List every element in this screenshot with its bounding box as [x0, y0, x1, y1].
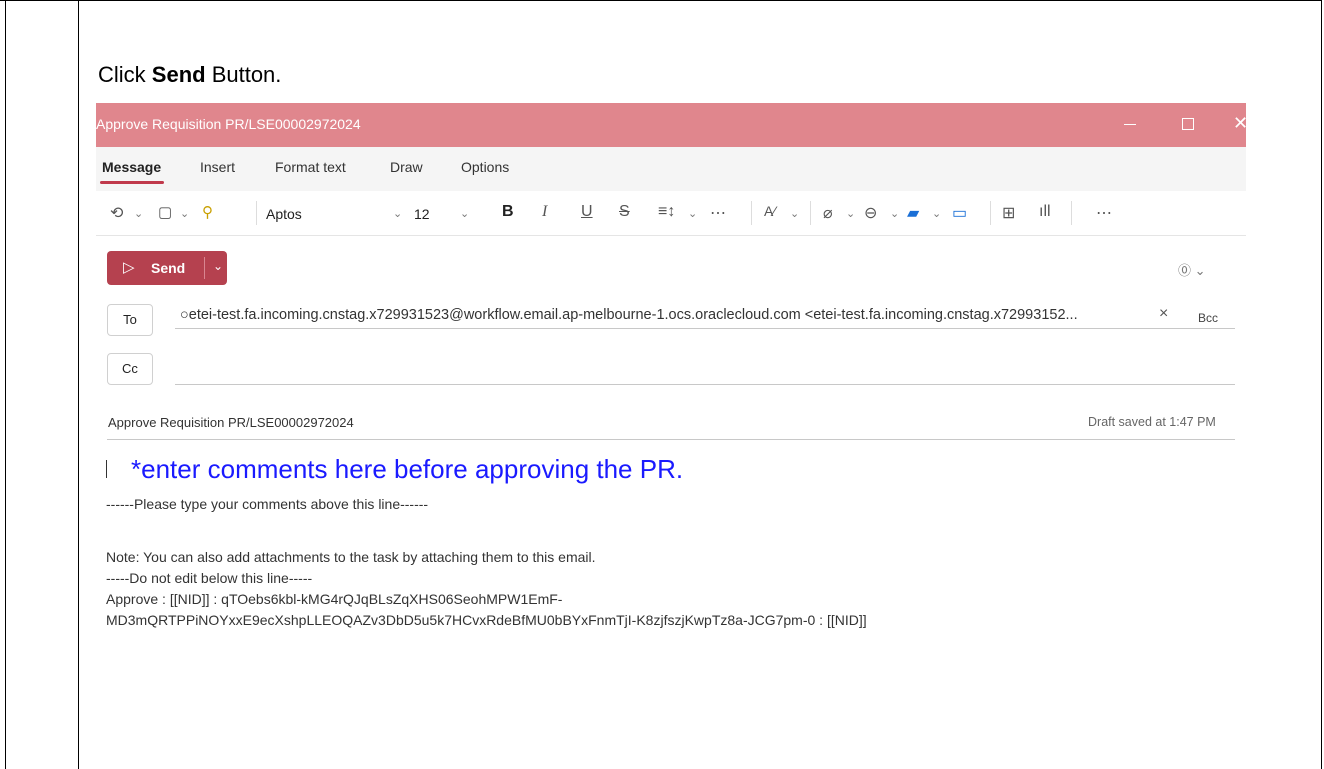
maximize-icon[interactable] — [1182, 118, 1194, 130]
signature-chevron-icon[interactable]: ⌄ — [932, 207, 941, 220]
attach-chevron-icon[interactable]: ⌄ — [846, 207, 855, 220]
bcc-button[interactable]: Bcc — [1198, 311, 1218, 325]
to-button[interactable]: To — [107, 304, 153, 336]
frame-column-divider — [78, 0, 79, 769]
font-size-select[interactable]: 12 — [414, 206, 430, 222]
apps-icon[interactable]: ⊞ — [1002, 203, 1015, 223]
instruction-suffix: Button. — [205, 62, 282, 87]
instruction-text: Click Send Button. — [98, 62, 281, 88]
strikethrough-button[interactable]: S — [619, 203, 630, 221]
more-formatting-icon[interactable]: ⋯ — [710, 203, 726, 223]
signature-icon[interactable]: ▰ — [907, 203, 919, 223]
link-chevron-icon[interactable]: ⌄ — [890, 207, 899, 220]
minimize-icon[interactable] — [1124, 124, 1136, 125]
italic-button[interactable]: I — [542, 203, 547, 221]
close-icon[interactable]: ✕ — [1233, 113, 1246, 134]
instruction-prefix: Click — [98, 62, 152, 87]
toolbar-divider — [256, 201, 257, 225]
line-spacing-chevron-icon[interactable]: ⌄ — [688, 207, 697, 220]
body-line-approve-token[interactable]: Approve : [[NID]] : qTOebs6kbl-kMG4rQJqB… — [106, 591, 562, 607]
remove-recipient-icon[interactable]: × — [1159, 305, 1168, 323]
cc-button[interactable]: Cc — [107, 353, 153, 385]
meeting-icon[interactable]: ▭ — [952, 203, 967, 223]
email-compose-window: Approve Requisition PR/LSE00002972024 ✕ … — [96, 103, 1246, 653]
ribbon-tabs: Message Insert Format text Draw Options — [96, 147, 1246, 191]
body-line-note[interactable]: Note: You can also add attachments to th… — [106, 549, 596, 565]
font-name-select[interactable]: Aptos — [266, 206, 302, 222]
underline-button[interactable]: U — [581, 203, 593, 221]
toolbar-divider — [990, 201, 991, 225]
more-options-icon[interactable]: ⋯ — [1096, 203, 1112, 223]
send-button[interactable]: ▷ Send ⌄ — [107, 251, 227, 285]
toolbar-divider — [751, 201, 752, 225]
send-options-chevron-icon[interactable]: ⌄ — [213, 259, 223, 273]
send-label: Send — [151, 260, 186, 276]
undo-icon[interactable]: ⟲ — [110, 203, 123, 223]
format-painter-icon[interactable]: ⚲ — [202, 203, 213, 221]
text-cursor — [106, 460, 107, 478]
frame-right-border — [1321, 0, 1322, 769]
body-line-comments-separator[interactable]: ------Please type your comments above th… — [106, 496, 428, 512]
send-split-divider — [204, 257, 205, 279]
paste-chevron-icon[interactable]: ⌄ — [180, 207, 189, 220]
font-size-chevron-icon[interactable]: ⌄ — [460, 207, 469, 220]
window-title: Approve Requisition PR/LSE00002972024 — [96, 116, 361, 132]
bold-button[interactable]: B — [502, 203, 514, 221]
body-line-approve-token-cont[interactable]: MD3mQRTPPiNOYxxE9ecXshpLLEOQAZv3DbD5u5k7… — [106, 612, 867, 628]
subject-underline — [107, 439, 1235, 440]
toolbar-divider — [810, 201, 811, 225]
tab-insert[interactable]: Insert — [200, 159, 235, 175]
viva-insights-icon[interactable]: ıll — [1039, 203, 1051, 221]
window-titlebar: Approve Requisition PR/LSE00002972024 ✕ — [96, 103, 1246, 147]
frame-top-border — [0, 0, 1322, 1]
tab-message[interactable]: Message — [102, 159, 161, 175]
font-chevron-icon[interactable]: ⌄ — [393, 207, 402, 220]
sensitivity-icon[interactable]: ⓪ ⌄ — [1178, 260, 1206, 279]
tab-format-text[interactable]: Format text — [275, 159, 346, 175]
editor-chevron-icon[interactable]: ⌄ — [790, 207, 799, 220]
paste-icon[interactable]: ▢ — [158, 203, 172, 221]
toolbar-divider — [1071, 201, 1072, 225]
cc-field[interactable] — [175, 384, 1235, 385]
tab-options[interactable]: Options — [461, 159, 509, 175]
undo-chevron-icon[interactable]: ⌄ — [134, 207, 143, 220]
annotation-text: *enter comments here before approving th… — [131, 454, 684, 484]
editor-icon[interactable]: A⁄ — [764, 203, 776, 219]
attach-icon[interactable]: ⌀ — [823, 203, 833, 223]
send-icon: ▷ — [123, 259, 135, 276]
instruction-bold: Send — [151, 62, 206, 87]
subject-field[interactable]: Approve Requisition PR/LSE00002972024 — [108, 415, 354, 430]
line-spacing-icon[interactable]: ≡↕ — [658, 203, 675, 221]
body-line-do-not-edit[interactable]: -----Do not edit below this line----- — [106, 570, 312, 586]
active-tab-indicator — [100, 181, 164, 184]
draft-status: Draft saved at 1:47 PM — [1088, 415, 1216, 429]
tab-draw[interactable]: Draw — [390, 159, 423, 175]
to-recipient[interactable]: ○etei-test.fa.incoming.cnstag.x729931523… — [180, 307, 1078, 323]
frame-left-border — [5, 0, 6, 769]
link-icon[interactable]: ⊖ — [864, 203, 877, 223]
